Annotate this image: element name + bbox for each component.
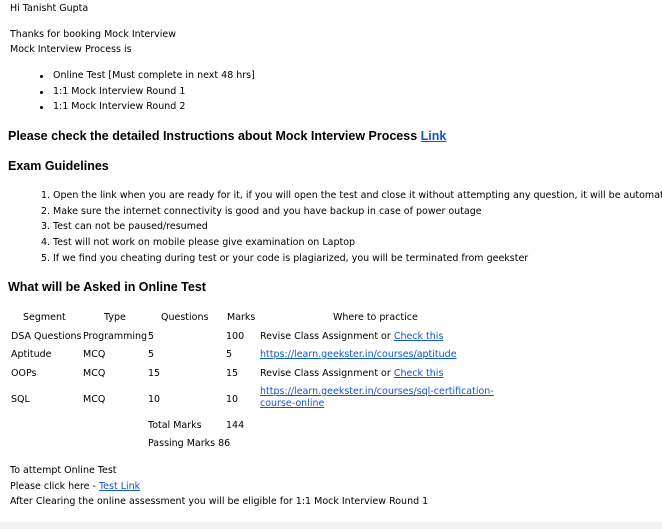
cell-questions: 15 bbox=[148, 368, 161, 379]
greeting: Hi Tanisht Gupta bbox=[10, 3, 89, 14]
thanks-text: Thanks for booking Mock Interview bbox=[10, 29, 177, 40]
cell-segment: Aptitude bbox=[11, 349, 52, 360]
process-step: 1:1 Mock Interview Round 1 bbox=[53, 86, 186, 97]
passing-marks-label: Passing Marks bbox=[148, 438, 216, 449]
list-number: 2. bbox=[41, 206, 51, 217]
cell-questions: 10 bbox=[148, 394, 161, 405]
instructions-text: Please check the detailed Instructions a… bbox=[8, 129, 418, 143]
guideline-item: Make sure the internet connectivity is g… bbox=[53, 206, 482, 217]
instructions-link[interactable]: Link bbox=[421, 129, 447, 143]
instructions-heading: Please check the detailed Instructions a… bbox=[8, 129, 446, 144]
process-step: 1:1 Mock Interview Round 2 bbox=[53, 101, 186, 112]
cell-practice: Revise Class Assignment or Check this bbox=[260, 368, 443, 380]
column-header-practice: Where to practice bbox=[333, 312, 418, 323]
cell-segment: DSA Questions bbox=[11, 331, 82, 342]
total-marks-value: 144 bbox=[226, 420, 245, 431]
sql-link-line2: course-online bbox=[260, 398, 325, 409]
cell-segment: SQL bbox=[11, 394, 30, 405]
process-step: Online Test [Must complete in next 48 hr… bbox=[53, 70, 255, 81]
cell-marks: 100 bbox=[226, 331, 245, 342]
guideline-item: If we find you cheating during test or y… bbox=[53, 253, 529, 264]
list-number: 4. bbox=[41, 237, 51, 248]
after-clearing-text: After Clearing the online assessment you… bbox=[10, 496, 429, 507]
guideline-item: Test can not be paused/resumed bbox=[53, 221, 208, 232]
passing-marks-value: 86 bbox=[218, 438, 231, 449]
column-header-type: Type bbox=[104, 312, 126, 323]
cell-type: MCQ bbox=[83, 349, 106, 360]
guidelines-heading: Exam Guidelines bbox=[8, 159, 109, 173]
cell-type: MCQ bbox=[83, 394, 106, 405]
list-number: 1. bbox=[41, 190, 51, 201]
sql-course-link[interactable]: https://learn.geekster.in/courses/sql-ce… bbox=[260, 386, 494, 409]
email-body: Hi Tanisht Gupta Thanks for booking Mock… bbox=[0, 0, 662, 522]
aptitude-course-link[interactable]: https://learn.geekster.in/courses/aptitu… bbox=[260, 349, 457, 360]
cell-questions: 5 bbox=[148, 331, 155, 342]
click-prefix: Please click here - bbox=[10, 481, 99, 492]
test-link[interactable]: Test Link bbox=[99, 481, 140, 492]
cell-type: MCQ bbox=[83, 368, 106, 379]
bullet-icon bbox=[40, 91, 43, 94]
cell-marks: 5 bbox=[226, 349, 233, 360]
column-header-marks: Marks bbox=[227, 312, 256, 323]
practice-text: Revise Class Assignment or bbox=[260, 368, 394, 379]
cell-type: Programming bbox=[83, 331, 148, 342]
cell-marks: 10 bbox=[226, 394, 239, 405]
passing-marks: Passing Marks 86 bbox=[148, 438, 230, 450]
online-test-heading: What will be Asked in Online Test bbox=[8, 280, 206, 294]
cell-marks: 15 bbox=[226, 368, 239, 379]
click-here-line: Please click here - Test Link bbox=[10, 481, 140, 493]
bullet-icon bbox=[40, 106, 43, 109]
total-marks-label: Total Marks bbox=[148, 420, 202, 431]
cell-practice: https://learn.geekster.in/courses/sql-ce… bbox=[260, 386, 494, 410]
bullet-icon bbox=[40, 75, 43, 78]
cell-questions: 5 bbox=[148, 349, 155, 360]
sql-link-line1: https://learn.geekster.in/courses/sql-ce… bbox=[260, 386, 494, 397]
attempt-text: To attempt Online Test bbox=[10, 465, 117, 476]
process-label: Mock Interview Process is bbox=[10, 44, 132, 55]
bottom-strip bbox=[0, 522, 662, 529]
practice-text: Revise Class Assignment or bbox=[260, 331, 394, 342]
guideline-item: Test will not work on mobile please give… bbox=[53, 237, 356, 248]
guideline-item: Open the link when you are ready for it,… bbox=[53, 190, 662, 201]
list-number: 3. bbox=[41, 221, 51, 232]
column-header-segment: Segment bbox=[23, 312, 66, 323]
cell-segment: OOPs bbox=[11, 368, 37, 379]
cell-practice: https://learn.geekster.in/courses/aptitu… bbox=[260, 349, 457, 361]
column-header-questions: Questions bbox=[161, 312, 209, 323]
check-this-link[interactable]: Check this bbox=[394, 368, 444, 379]
list-number: 5. bbox=[41, 253, 51, 264]
check-this-link[interactable]: Check this bbox=[394, 331, 444, 342]
cell-practice: Revise Class Assignment or Check this bbox=[260, 331, 443, 343]
